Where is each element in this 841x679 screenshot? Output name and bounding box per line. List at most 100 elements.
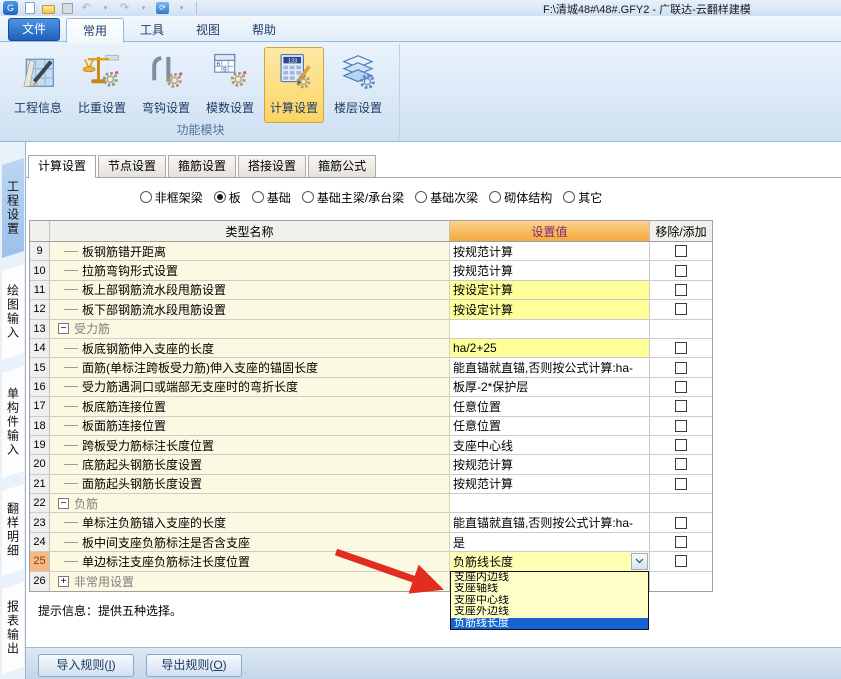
tab-gongju[interactable]: 工具 bbox=[124, 18, 180, 42]
undo-dropdown-icon[interactable]: ▾ bbox=[98, 1, 113, 15]
value-cell[interactable]: 支座中心线 bbox=[450, 435, 650, 455]
row-number-cell[interactable]: 24 bbox=[30, 532, 50, 552]
row-number-cell[interactable]: 11 bbox=[30, 280, 50, 300]
sidebar-item-gongcheng-shezhi[interactable]: 工程设置 bbox=[2, 158, 24, 258]
row-number-cell[interactable]: 17 bbox=[30, 397, 50, 416]
open-file-icon[interactable] bbox=[41, 1, 56, 15]
project-info-button[interactable]: 工程信息 bbox=[8, 47, 68, 123]
value-cell[interactable]: 能直锚就直锚,否则按公式计算:ha- bbox=[450, 358, 650, 377]
row-number-cell[interactable]: 16 bbox=[30, 377, 50, 397]
unit-weight-button[interactable]: 比重设置 bbox=[72, 47, 132, 123]
tab-jiedian-shezhi[interactable]: 节点设置 bbox=[98, 155, 167, 177]
tab-jisuan-shezhi[interactable]: 计算设置 bbox=[28, 155, 97, 178]
row-number-cell[interactable]: 20 bbox=[30, 455, 50, 474]
type-name-cell[interactable]: 板底钢筋伸入支座的长度 bbox=[50, 338, 450, 358]
tab-gujin-shezhi[interactable]: 箍筋设置 bbox=[168, 155, 237, 177]
type-name-cell[interactable]: 面筋起头钢筋长度设置 bbox=[50, 474, 450, 494]
row-number-cell[interactable]: 15 bbox=[30, 358, 50, 377]
row-number-cell[interactable]: 18 bbox=[30, 416, 50, 435]
tab-bangzhu[interactable]: 帮助 bbox=[236, 18, 292, 42]
row-number-cell[interactable]: 21 bbox=[30, 474, 50, 494]
undo-icon[interactable]: ↶ bbox=[79, 1, 94, 15]
collapse-icon[interactable]: − bbox=[58, 497, 69, 509]
remove-add-checkbox[interactable] bbox=[675, 458, 687, 471]
type-name-cell[interactable]: 板面筋连接位置 bbox=[50, 416, 450, 435]
remove-add-checkbox[interactable] bbox=[675, 439, 687, 452]
dropdown-option[interactable]: 负筋线长度 bbox=[451, 617, 648, 629]
type-name-cell[interactable]: 拉筋弯钩形式设置 bbox=[50, 261, 450, 280]
modulus-settings-button[interactable]: 6 9 模数设置 bbox=[200, 47, 260, 123]
dropdown-button[interactable] bbox=[631, 553, 648, 570]
row-number-cell[interactable]: 9 bbox=[30, 242, 50, 261]
remove-add-checkbox[interactable] bbox=[675, 342, 687, 355]
new-file-icon[interactable] bbox=[22, 1, 37, 15]
floor-settings-button[interactable]: 楼层设置 bbox=[328, 47, 388, 123]
row-number-cell[interactable]: 10 bbox=[30, 261, 50, 280]
value-cell[interactable]: 按设定计算 bbox=[450, 280, 650, 300]
type-name-cell[interactable]: 受力筋遇洞口或端部无支座时的弯折长度 bbox=[50, 377, 450, 397]
row-number-cell[interactable]: 14 bbox=[30, 338, 50, 358]
tab-file[interactable]: 文件 bbox=[8, 18, 60, 41]
remove-add-checkbox[interactable] bbox=[675, 400, 687, 413]
tab-gujin-gongshi[interactable]: 箍筋公式 bbox=[308, 155, 377, 177]
remove-add-checkbox[interactable] bbox=[675, 361, 687, 374]
value-cell[interactable]: 按规范计算 bbox=[450, 261, 650, 280]
remove-add-checkbox[interactable] bbox=[675, 516, 687, 529]
hook-settings-button[interactable]: 弯钩设置 bbox=[136, 47, 196, 123]
row-number-cell[interactable]: 26 bbox=[30, 571, 50, 592]
sidebar-item-fanyang-mingxi[interactable]: 翻样明细 bbox=[2, 484, 24, 576]
radio-板[interactable]: 板 bbox=[213, 189, 241, 206]
radio-基础[interactable]: 基础 bbox=[251, 189, 291, 206]
radio-基础主梁/承台梁[interactable]: 基础主梁/承台梁 bbox=[301, 189, 404, 206]
tab-changyong[interactable]: 常用 bbox=[66, 18, 125, 43]
calc-settings-button[interactable]: 123 计算设置 bbox=[264, 47, 324, 123]
remove-add-checkbox[interactable] bbox=[675, 283, 687, 296]
radio-基础次梁[interactable]: 基础次梁 bbox=[415, 189, 478, 206]
type-name-cell[interactable]: − 负筋 bbox=[50, 494, 450, 513]
dropdown-option[interactable]: 支座轴线 bbox=[451, 583, 648, 594]
value-cell[interactable]: 按设定计算 bbox=[450, 300, 650, 319]
remove-add-checkbox[interactable] bbox=[675, 303, 687, 316]
value-cell[interactable]: 任意位置 bbox=[450, 416, 650, 435]
radio-非框架梁[interactable]: 非框架梁 bbox=[139, 189, 203, 206]
remove-add-checkbox[interactable] bbox=[675, 536, 687, 549]
sidebar-item-dangoujian-shuru[interactable]: 单构件输入 bbox=[2, 366, 24, 478]
type-name-cell[interactable]: 板下部钢筋流水段甩筋设置 bbox=[50, 300, 450, 319]
type-name-cell[interactable]: 单标注负筋锚入支座的长度 bbox=[50, 513, 450, 532]
value-cell[interactable]: 按规范计算 bbox=[450, 242, 650, 261]
app-icon[interactable]: G bbox=[3, 1, 18, 15]
value-cell[interactable]: 是 bbox=[450, 532, 650, 552]
sync-icon[interactable]: ⟳ bbox=[155, 1, 170, 15]
row-number-cell[interactable]: 12 bbox=[30, 300, 50, 319]
row-number-cell[interactable]: 19 bbox=[30, 435, 50, 455]
sync-dropdown-icon[interactable]: ▾ bbox=[174, 1, 189, 15]
type-name-cell[interactable]: 板底筋连接位置 bbox=[50, 397, 450, 416]
tab-shitu[interactable]: 视图 bbox=[180, 18, 236, 42]
remove-add-checkbox[interactable] bbox=[675, 380, 687, 393]
remove-add-checkbox[interactable] bbox=[675, 419, 687, 432]
remove-add-checkbox[interactable] bbox=[675, 264, 687, 277]
row-number-cell[interactable]: 22 bbox=[30, 494, 50, 513]
radio-其它[interactable]: 其它 bbox=[563, 189, 602, 206]
dropdown-option[interactable]: 支座外边线 bbox=[451, 606, 648, 617]
tab-dajie-shezhi[interactable]: 搭接设置 bbox=[238, 155, 307, 177]
type-name-cell[interactable]: 面筋(单标注跨板受力筋)伸入支座的锚固长度 bbox=[50, 358, 450, 377]
dropdown-option[interactable]: 支座内边线 bbox=[451, 572, 648, 583]
value-cell[interactable]: 按规范计算 bbox=[450, 474, 650, 494]
remove-add-checkbox[interactable] bbox=[675, 245, 687, 258]
row-number-cell[interactable]: 23 bbox=[30, 513, 50, 532]
sidebar-item-baobiao-shuchu[interactable]: 报表输出 bbox=[2, 582, 24, 674]
expand-icon[interactable]: + bbox=[58, 575, 69, 587]
value-cell[interactable]: 能直锚就直锚,否则按公式计算:ha- bbox=[450, 513, 650, 532]
radio-砌体结构[interactable]: 砌体结构 bbox=[489, 189, 552, 206]
save-icon[interactable] bbox=[60, 1, 75, 15]
redo-icon[interactable]: ↷ bbox=[117, 1, 132, 15]
remove-add-checkbox[interactable] bbox=[675, 477, 687, 490]
value-cell[interactable]: 负筋线长度 bbox=[450, 552, 650, 571]
type-name-cell[interactable]: 板上部钢筋流水段甩筋设置 bbox=[50, 280, 450, 300]
remove-add-checkbox[interactable] bbox=[675, 555, 687, 568]
row-number-cell[interactable]: 13 bbox=[30, 319, 50, 338]
redo-dropdown-icon[interactable]: ▾ bbox=[136, 1, 151, 15]
export-rules-button[interactable]: 导出规则(O) bbox=[146, 654, 242, 677]
dropdown-option[interactable]: 支座中心线 bbox=[451, 595, 648, 606]
